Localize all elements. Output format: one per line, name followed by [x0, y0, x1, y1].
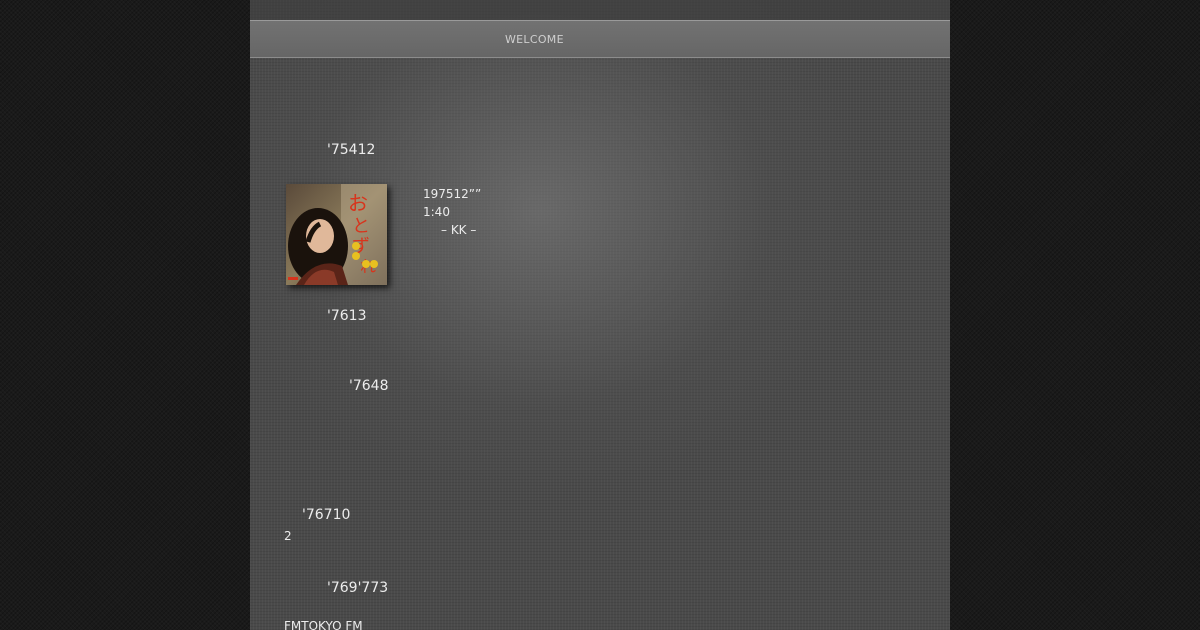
release-label-text: – KK – — [441, 223, 477, 237]
release-date-text: 197512”” — [423, 187, 482, 201]
entry-heading-1976c: '76710 — [302, 507, 351, 523]
top-strip — [250, 0, 950, 20]
entry-heading-1975: '75412 — [327, 142, 376, 158]
svg-text:お: お — [348, 191, 368, 215]
entry-text-fm-tokyo: FMTOKYO FM — [284, 619, 363, 630]
page-container: WELCOME '75412 お と ず れ — [250, 0, 950, 630]
album-cover-art: お と ず れ — [286, 184, 387, 285]
entry-heading-1976b: '7648 — [349, 378, 389, 394]
entry-text-2: 2 — [284, 529, 292, 543]
release-duration-text: 1:40 — [423, 205, 450, 219]
entry-heading-1976d: '769'773 — [327, 580, 389, 596]
svg-text:と: と — [352, 216, 370, 237]
album-cover-image[interactable]: お と ず れ — [286, 184, 387, 285]
nav-bar: WELCOME — [250, 20, 950, 58]
nav-welcome-link[interactable]: WELCOME — [505, 33, 564, 46]
entry-heading-1976a: '7613 — [327, 308, 367, 324]
